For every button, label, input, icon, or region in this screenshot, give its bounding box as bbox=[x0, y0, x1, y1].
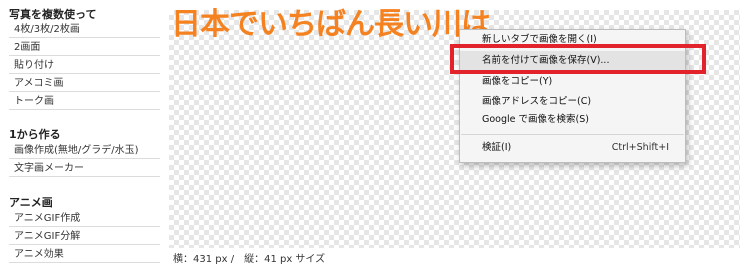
sidebar-item-talk[interactable]: トーク画 bbox=[9, 93, 160, 110]
menu-item-shortcut: Ctrl+Shift+I bbox=[611, 142, 669, 153]
menu-item-label: 画像をコピー(Y) bbox=[482, 76, 553, 87]
menu-item-label: 画像アドレスをコピー(C) bbox=[482, 96, 592, 107]
menu-item-copy-image-address[interactable]: 画像アドレスをコピー(C) bbox=[460, 92, 685, 112]
sidebar-item-multi-panel[interactable]: 4枚/3枚/2枚画 bbox=[9, 21, 160, 38]
sidebar: 写真を複数使って 4枚/3枚/2枚画 2画面 貼り付け アメコミ画 トーク画 1… bbox=[0, 0, 163, 269]
sidebar-item-image-create[interactable]: 画像作成(無地/グラデ/水玉) bbox=[9, 142, 160, 159]
menu-item-label: 検証(I) bbox=[482, 142, 512, 153]
sidebar-item-text-maker[interactable]: 文字画メーカー bbox=[9, 160, 160, 177]
menu-item-search-google-image[interactable]: Google で画像を検索(S) bbox=[460, 110, 685, 130]
highlight-annotation bbox=[450, 44, 706, 74]
sidebar-item-two-screens[interactable]: 2画面 bbox=[9, 39, 160, 56]
image-size-info: 横：431 px / 縦：41 px サイズ bbox=[173, 254, 326, 265]
menu-separator bbox=[461, 134, 684, 135]
sidebar-item-gif-split[interactable]: アニメGIF分解 bbox=[9, 228, 160, 245]
sidebar-item-paste[interactable]: 貼り付け bbox=[9, 57, 160, 74]
section-title-anime: アニメ画 bbox=[9, 196, 53, 209]
sidebar-item-gif-create[interactable]: アニメGIF作成 bbox=[9, 210, 160, 227]
menu-item-copy-image[interactable]: 画像をコピー(Y) bbox=[460, 72, 685, 92]
menu-item-inspect[interactable]: 検証(I) Ctrl+Shift+I bbox=[460, 138, 685, 158]
section-title-create: 1から作る bbox=[9, 128, 61, 141]
section-title-multiple-photos: 写真を複数使って bbox=[9, 8, 97, 21]
sidebar-item-anime-effect[interactable]: アニメ効果 bbox=[9, 246, 160, 263]
menu-item-label: Google で画像を検索(S) bbox=[482, 114, 589, 125]
sidebar-item-comic[interactable]: アメコミ画 bbox=[9, 75, 160, 92]
generated-text-image[interactable]: 日本でいちばん長い川は bbox=[171, 7, 491, 43]
